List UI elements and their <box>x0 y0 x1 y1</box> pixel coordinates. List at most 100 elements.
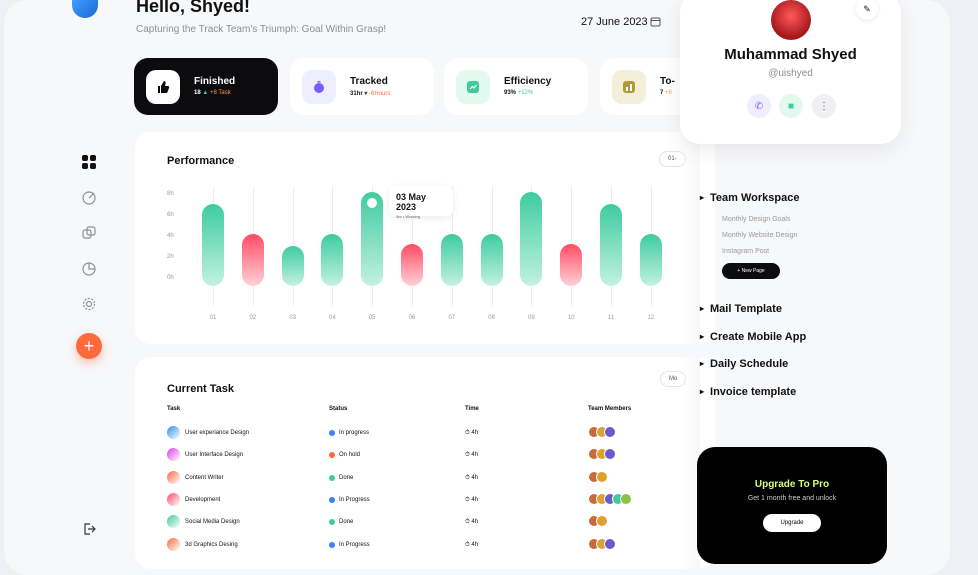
new-page-button[interactable]: + New Page <box>722 263 780 279</box>
copy-icon[interactable] <box>80 224 98 242</box>
table-row[interactable]: Development In Progress ⏱ 4h <box>167 492 687 509</box>
status-dot-icon <box>329 496 335 503</box>
stat-value: 31hr <box>350 91 363 97</box>
profile-card: ✎ Muhammad Shyed @uishyed ✆ ■ ⋮ <box>680 0 901 144</box>
task-color-icon <box>167 492 180 506</box>
chart-bar[interactable] <box>440 233 463 286</box>
workspace-item[interactable]: Monthly Website Design <box>722 232 797 239</box>
x-tick: 05 <box>368 315 376 321</box>
team-members[interactable] <box>588 537 616 550</box>
column-header-time: Time <box>465 406 479 412</box>
avatar <box>620 492 632 505</box>
task-time: ⏱ 4h <box>465 496 479 503</box>
stat-card-efficiency[interactable]: Efficiency 93% +12% <box>444 58 588 115</box>
avatar[interactable] <box>771 0 811 40</box>
dashboard-icon[interactable] <box>80 153 98 171</box>
trend-icon <box>456 70 490 104</box>
chart-bar[interactable] <box>202 204 224 286</box>
tooltip-detail: 3hr • Working <box>396 214 421 219</box>
x-tick: 01 <box>209 315 217 321</box>
chart-bar[interactable] <box>600 204 622 286</box>
table-row[interactable]: User Interface Design On hold ⏱ 4h <box>167 448 687 464</box>
greeting-subtitle: Capturing the Track Team's Triumph: Goal… <box>136 24 387 35</box>
phone-icon[interactable]: ✆ <box>747 94 771 118</box>
chart-bar[interactable] <box>520 191 543 286</box>
task-status: In Progress <box>339 496 370 503</box>
upgrade-title: Upgrade To Pro <box>754 479 830 490</box>
settings-icon[interactable] <box>80 295 98 313</box>
chart-bar[interactable] <box>639 233 662 286</box>
x-tick: 02 <box>249 315 257 321</box>
team-members[interactable] <box>588 426 616 438</box>
column-header-status: Status <box>329 406 348 412</box>
x-tick: 07 <box>448 315 456 321</box>
table-row[interactable]: 3d Graphics Desing In Progress ⏱ 4h <box>167 537 687 554</box>
greeting-title: Hello, Shyed! <box>136 0 251 16</box>
task-status: On hold <box>339 452 361 459</box>
chart-bar[interactable] <box>281 246 304 286</box>
column-header-task: Task <box>167 406 181 412</box>
stat-delta: +8 <box>665 90 672 96</box>
activity-icon[interactable] <box>80 189 98 207</box>
workspace-item[interactable]: Monthly Design Goals <box>722 216 790 223</box>
upgrade-button[interactable]: Upgrade <box>763 514 821 532</box>
more-icon[interactable]: ⋮ <box>812 94 836 118</box>
task-name: Social Media Design <box>185 519 240 526</box>
task-status: In Progress <box>339 541 370 548</box>
avatar <box>604 537 616 550</box>
stat-value: 93% <box>504 90 517 96</box>
avatar <box>596 515 608 528</box>
chart-bar[interactable] <box>401 244 423 286</box>
folder-invoice-template[interactable]: Invoice template <box>700 386 796 398</box>
stat-title: Tracked <box>350 76 388 87</box>
stat-value: 18 <box>194 90 201 96</box>
workspace-item[interactable]: Instagram Post <box>722 248 769 255</box>
avatar <box>604 426 616 438</box>
stat-card-tracked[interactable]: Tracked 31hr ▾ -6Hours <box>290 58 434 115</box>
team-members[interactable] <box>588 448 616 461</box>
logout-icon[interactable] <box>80 520 98 538</box>
task-color-icon <box>167 537 180 551</box>
add-button[interactable]: + <box>76 333 102 359</box>
folder-mail-template[interactable]: Mail Template <box>700 303 782 315</box>
folder-team-workspace[interactable]: Team Workspace <box>700 192 799 204</box>
folder-daily-schedule[interactable]: Daily Schedule <box>700 358 788 370</box>
column-header-members: Team Members <box>588 406 632 412</box>
task-time: ⏱ 4h <box>465 474 479 481</box>
chart-bar[interactable] <box>241 233 264 286</box>
chart-bar[interactable] <box>480 233 503 286</box>
task-color-icon <box>167 470 180 484</box>
stat-card-finished[interactable]: Finished 18 ▲ +8 Task <box>134 58 278 115</box>
chart-tooltip: 03 May 2023 3hr • Working <box>389 186 453 219</box>
team-members[interactable] <box>588 492 632 505</box>
task-status: In progress <box>339 430 370 436</box>
selected-bar-dot <box>367 197 378 208</box>
table-row[interactable]: User experiance Design In progress ⏱ 4h <box>167 426 687 442</box>
pie-chart-icon[interactable] <box>80 260 98 278</box>
task-time: ⏱ 4h <box>465 430 479 436</box>
calendar-icon[interactable] <box>650 16 661 30</box>
stat-title: Efficiency <box>504 76 552 87</box>
edit-icon[interactable]: ✎ <box>856 0 878 20</box>
team-members[interactable] <box>588 515 608 528</box>
table-row[interactable]: Social Media Design Done ⏱ 4h <box>167 515 687 531</box>
task-color-icon <box>167 448 180 462</box>
performance-title: Performance <box>167 155 235 167</box>
task-name: Content Writer <box>185 474 224 481</box>
x-tick: 08 <box>488 315 495 321</box>
status-dot-icon <box>329 452 335 459</box>
profile-name: Muhammad Shyed <box>724 46 857 63</box>
task-name: 3d Graphics Desing <box>185 541 238 548</box>
chart-bar[interactable] <box>321 233 344 286</box>
thumbs-up-icon <box>146 70 180 104</box>
video-icon[interactable]: ■ <box>779 94 803 118</box>
team-members[interactable] <box>588 470 608 483</box>
chart-bar[interactable] <box>560 244 583 286</box>
y-tick: 0h <box>167 275 174 281</box>
task-color-icon <box>167 515 180 529</box>
task-status: Done <box>339 474 354 481</box>
chart-icon <box>612 70 646 104</box>
folder-create-mobile-app[interactable]: Create Mobile App <box>700 331 806 343</box>
table-row[interactable]: Content Writer Done ⏱ 4h <box>167 470 687 487</box>
tooltip-date: 03 May 2023 <box>396 192 427 212</box>
